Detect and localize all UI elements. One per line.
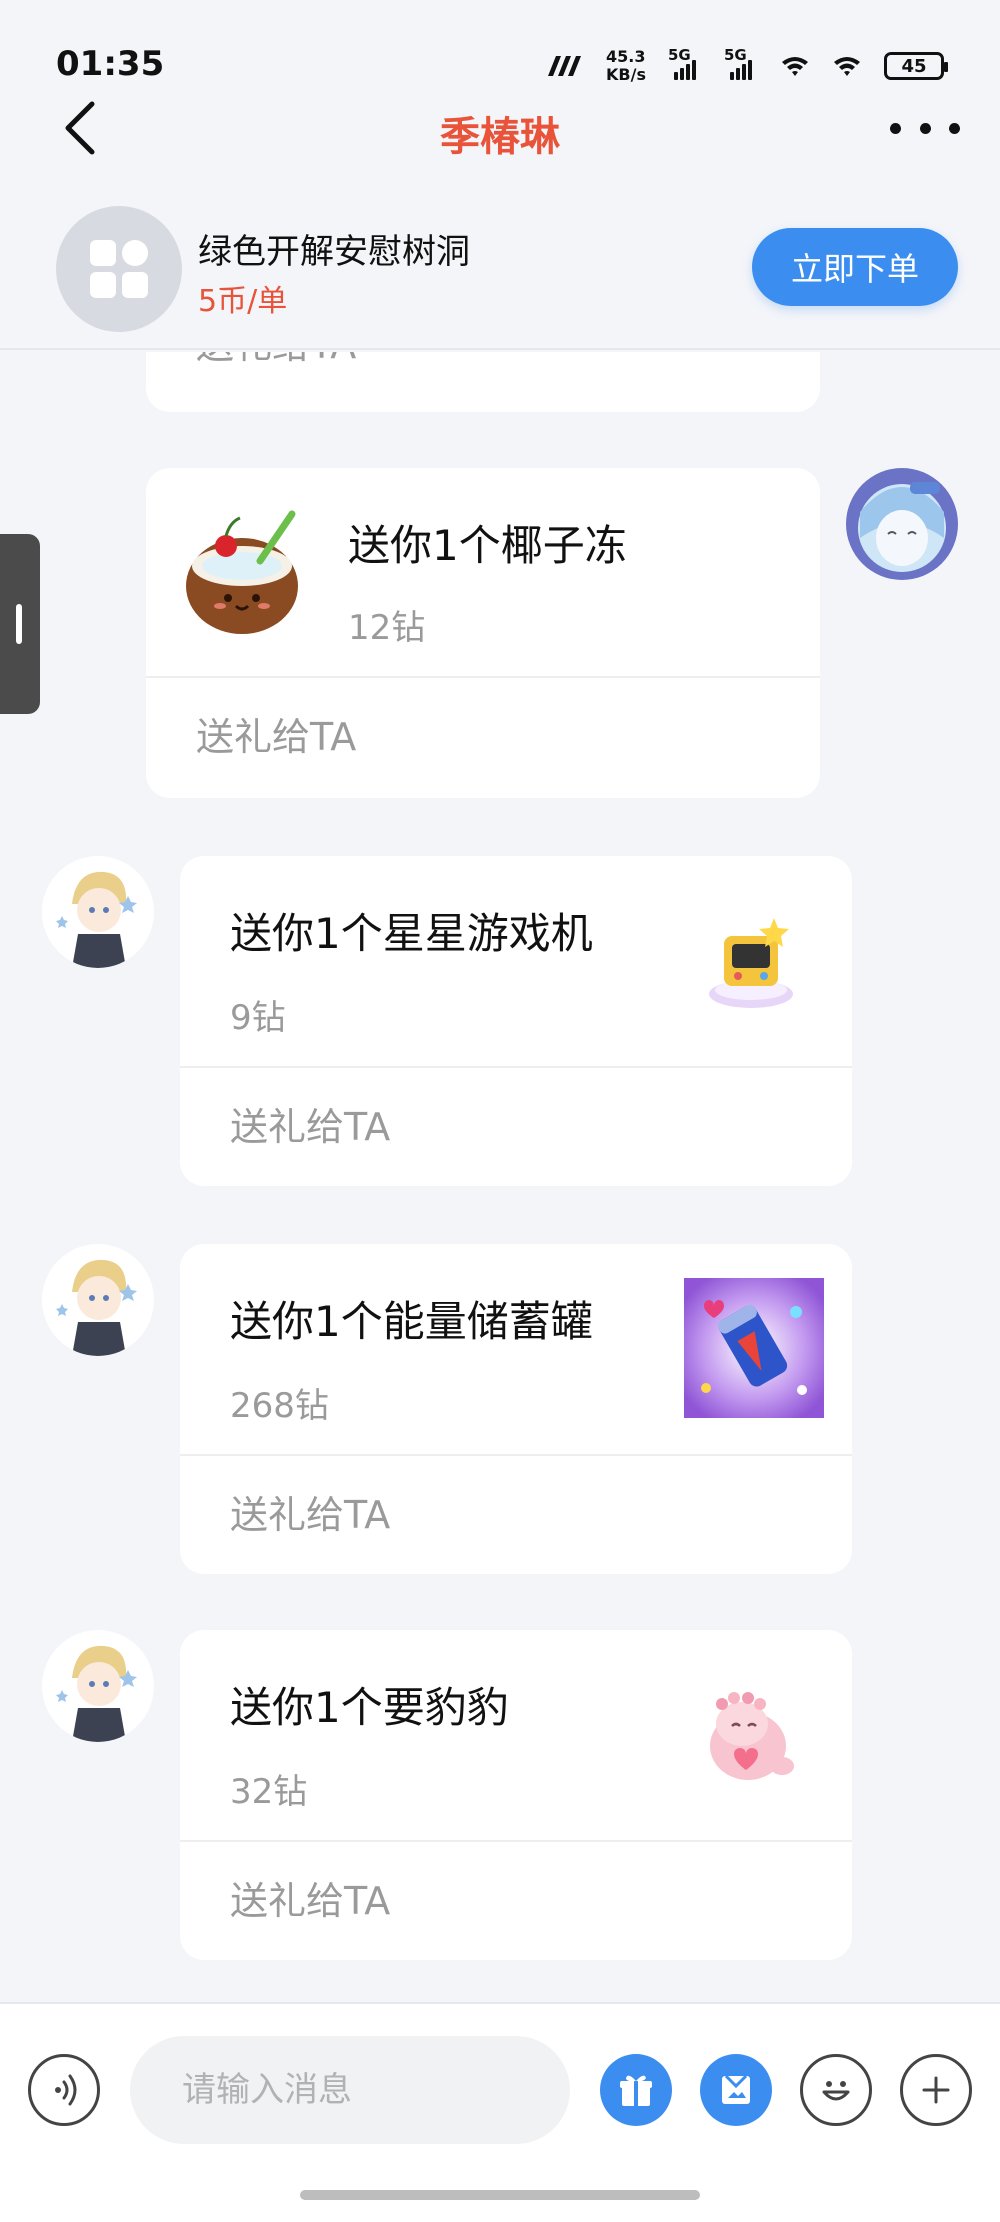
gift-price: 9钻 xyxy=(230,998,286,1038)
emoji-button[interactable] xyxy=(800,2054,872,2126)
avatar-image xyxy=(42,856,154,968)
order-button[interactable]: 立即下单 xyxy=(752,228,958,306)
battery-icon: 45 xyxy=(884,52,948,80)
send-gift-link[interactable]: 送礼给TA xyxy=(230,1870,390,1925)
gift-title: 送你1个能量储蓄罐 xyxy=(230,1297,593,1346)
net-speed-value: 45.3 xyxy=(606,47,646,66)
gift-title: 送你1个椰子冻 xyxy=(348,521,627,570)
more-button[interactable] xyxy=(890,108,960,148)
more-actions-button[interactable] xyxy=(900,2054,972,2126)
coconut-jelly-icon xyxy=(186,510,298,634)
avatar-image xyxy=(846,468,958,580)
divider xyxy=(180,1840,852,1842)
service-apps-icon xyxy=(56,206,182,332)
divider xyxy=(146,676,820,678)
divider xyxy=(180,1454,852,1456)
smile-icon xyxy=(822,2081,850,2101)
gift-card-partial: 送礼给TA xyxy=(146,352,820,412)
send-gift-link[interactable]: 送礼给TA xyxy=(230,1484,390,1539)
gift-card: 送你1个要豹豹 32钻 送礼给TA xyxy=(180,1630,852,1960)
plus-icon xyxy=(922,2076,950,2104)
voice-button[interactable] xyxy=(28,2054,100,2126)
signal-icon: 5G xyxy=(724,46,758,80)
wifi-icon xyxy=(782,57,808,76)
more-dot xyxy=(890,122,901,134)
sim2-label: 5G xyxy=(724,46,747,64)
image-icon xyxy=(722,2074,750,2104)
gift-price: 268钻 xyxy=(230,1386,329,1426)
status-time: 01:35 xyxy=(56,44,165,84)
photo-button[interactable] xyxy=(700,2054,772,2126)
avatar-image xyxy=(42,1630,154,1742)
net-speed: 45.3 KB/s xyxy=(606,48,646,84)
more-dot xyxy=(949,122,960,134)
header: 季椿琳 xyxy=(0,90,1000,170)
service-name: 绿色开解安慰树洞 xyxy=(198,232,470,272)
home-indicator[interactable] xyxy=(300,2190,700,2200)
net-speed-unit: KB/s xyxy=(606,65,646,84)
gift-title: 送你1个星星游戏机 xyxy=(230,909,593,958)
more-dot xyxy=(919,122,931,134)
gift-card: 送你1个能量储蓄罐 268钻 送礼给TA xyxy=(180,1244,852,1574)
message-input[interactable] xyxy=(130,2036,570,2144)
send-gift-link[interactable]: 送礼给TA xyxy=(196,706,356,761)
energy-can-icon xyxy=(684,1278,824,1418)
gift-price: 12钻 xyxy=(348,608,426,648)
divider xyxy=(180,1066,852,1068)
my-avatar[interactable] xyxy=(846,468,958,580)
side-drawer-handle[interactable] xyxy=(0,534,40,714)
battery-level: 45 xyxy=(901,55,927,77)
friend-avatar[interactable] xyxy=(42,1244,154,1356)
gift-title: 送你1个要豹豹 xyxy=(230,1683,509,1732)
send-gift-link[interactable]: 送礼给TA xyxy=(230,1096,390,1151)
service-price: 5币/单 xyxy=(198,284,288,319)
sim1-label: 5G xyxy=(668,46,691,64)
avatar-image xyxy=(42,1244,154,1356)
wifi-icon xyxy=(834,57,860,76)
star-game-console-icon xyxy=(709,918,793,1008)
chat-area[interactable]: 送礼给TA 送你1个椰子冻 12钻 送礼给TA xyxy=(0,352,1000,2002)
send-gift-link[interactable]: 送礼给TA xyxy=(196,352,356,369)
status-bar: 01:35 45.3 KB/s 5G 5G 45 xyxy=(0,0,1000,100)
brand-logo-icon xyxy=(548,56,582,76)
page-title: 季椿琳 xyxy=(440,114,560,160)
gift-price: 32钻 xyxy=(230,1772,308,1812)
gift-card: 送你1个星星游戏机 9钻 送礼给TA xyxy=(180,856,852,1186)
gift-button[interactable] xyxy=(600,2054,672,2126)
hug-leopard-icon xyxy=(710,1692,794,1780)
gift-card: 送你1个椰子冻 12钻 送礼给TA xyxy=(146,468,820,798)
status-icons: 45.3 KB/s 5G 5G 45 xyxy=(546,46,948,84)
input-bar xyxy=(0,2002,1000,2222)
gift-icon xyxy=(620,2075,652,2106)
friend-avatar[interactable] xyxy=(42,1630,154,1742)
friend-avatar[interactable] xyxy=(42,856,154,968)
service-banner: 绿色开解安慰树洞 5币/单 立即下单 xyxy=(0,190,1000,350)
signal-icon: 5G xyxy=(668,46,702,80)
voice-icon xyxy=(55,2074,77,2106)
